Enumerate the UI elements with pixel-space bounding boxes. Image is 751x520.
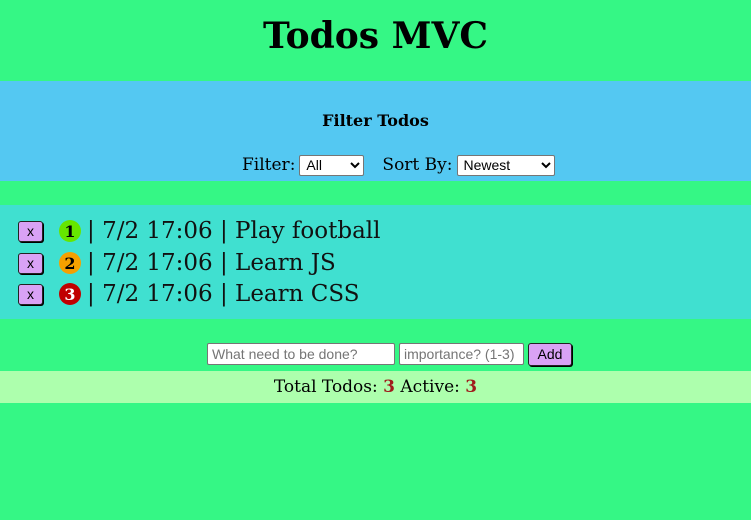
sort-select[interactable]: Newest	[456, 154, 555, 176]
separator: |	[87, 250, 95, 276]
importance-badge: 1	[59, 220, 81, 242]
stats-bar: Total Todos: 3 Active: 3	[0, 371, 751, 403]
total-label: Total Todos:	[273, 377, 378, 397]
todo-text: Learn JS	[235, 250, 336, 276]
todo-timestamp: 7/2 17:06	[102, 218, 213, 244]
separator: |	[219, 218, 228, 244]
active-label: Active:	[400, 377, 460, 397]
todo-item: x 2 | 7/2 17:06 | Learn JS	[18, 248, 336, 278]
todo-timestamp: 7/2 17:06	[102, 250, 213, 276]
add-todo-form: Add	[207, 342, 572, 366]
filter-panel: Filter Todos Filter: All Sort By: Newest	[0, 81, 751, 181]
filter-controls: Filter: All Sort By: Newest	[242, 154, 555, 176]
total-count: 3	[383, 377, 395, 397]
importance-badge: 2	[59, 252, 81, 274]
todo-text: Play football	[235, 218, 381, 244]
separator: |	[219, 281, 228, 307]
delete-todo-button[interactable]: x	[18, 283, 43, 305]
todo-text: Learn CSS	[235, 281, 360, 307]
todo-list: x 1 | 7/2 17:06 | Play football x 2 | 7/…	[0, 205, 751, 319]
delete-todo-button[interactable]: x	[18, 252, 43, 274]
separator: |	[87, 281, 95, 307]
importance-input[interactable]	[399, 343, 524, 365]
separator: |	[219, 250, 228, 276]
todo-timestamp: 7/2 17:06	[102, 281, 213, 307]
active-count: 3	[465, 377, 478, 397]
delete-todo-button[interactable]: x	[18, 220, 43, 242]
todo-item: x 1 | 7/2 17:06 | Play football	[18, 216, 381, 246]
todo-text-input[interactable]	[207, 343, 395, 365]
filter-label: Filter:	[242, 155, 296, 175]
separator: |	[87, 218, 95, 244]
filter-select[interactable]: All	[299, 154, 365, 176]
add-button[interactable]: Add	[528, 342, 572, 366]
sort-label: Sort By:	[382, 155, 453, 175]
todo-item: x 3 | 7/2 17:06 | Learn CSS	[18, 279, 359, 309]
filter-heading: Filter Todos	[322, 111, 429, 130]
importance-badge: 3	[59, 283, 81, 305]
app-title: Todos MVC	[262, 15, 489, 57]
